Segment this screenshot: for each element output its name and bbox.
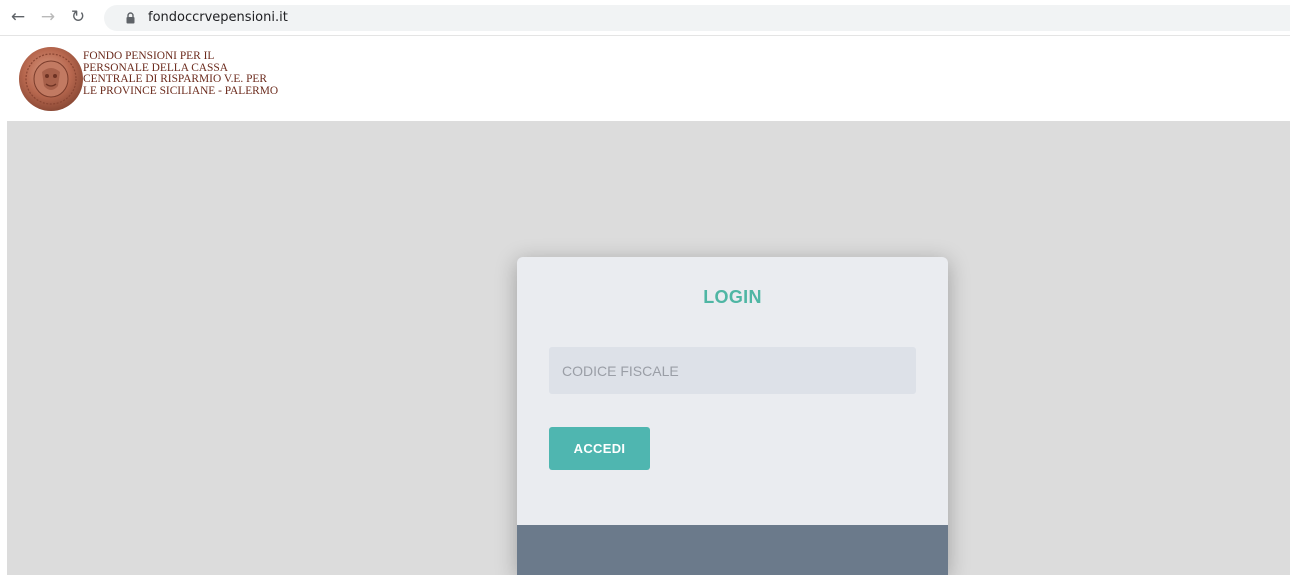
org-name: FONDO PENSIONI PER IL PERSONALE DELLA CA…: [83, 50, 343, 97]
arrow-right-icon[interactable]: →: [36, 5, 60, 29]
login-card: LOGIN ACCEDI: [517, 257, 948, 575]
org-name-line: LE PROVINCE SICILIANE - PALERMO: [83, 84, 279, 97]
org-name-line: FONDO PENSIONI PER IL: [83, 50, 215, 62]
address-bar[interactable]: fondoccrvepensioni.it: [104, 5, 1290, 31]
browser-toolbar: ← → ↻ fondoccrvepensioni.it: [0, 0, 1290, 36]
seal-logo: [19, 47, 83, 111]
site-header: FONDO PENSIONI PER IL PERSONALE DELLA CA…: [0, 37, 1290, 121]
arrow-left-icon[interactable]: ←: [6, 5, 30, 29]
accedi-button[interactable]: ACCEDI: [549, 427, 650, 470]
codice-fiscale-input[interactable]: [549, 347, 916, 394]
login-title: LOGIN: [703, 287, 762, 307]
page-content: LOGIN ACCEDI: [7, 121, 1290, 575]
url-text[interactable]: fondoccrvepensioni.it: [148, 5, 288, 31]
login-card-footer: [517, 525, 948, 575]
reload-icon[interactable]: ↻: [66, 5, 90, 29]
lock-icon: [126, 12, 135, 24]
